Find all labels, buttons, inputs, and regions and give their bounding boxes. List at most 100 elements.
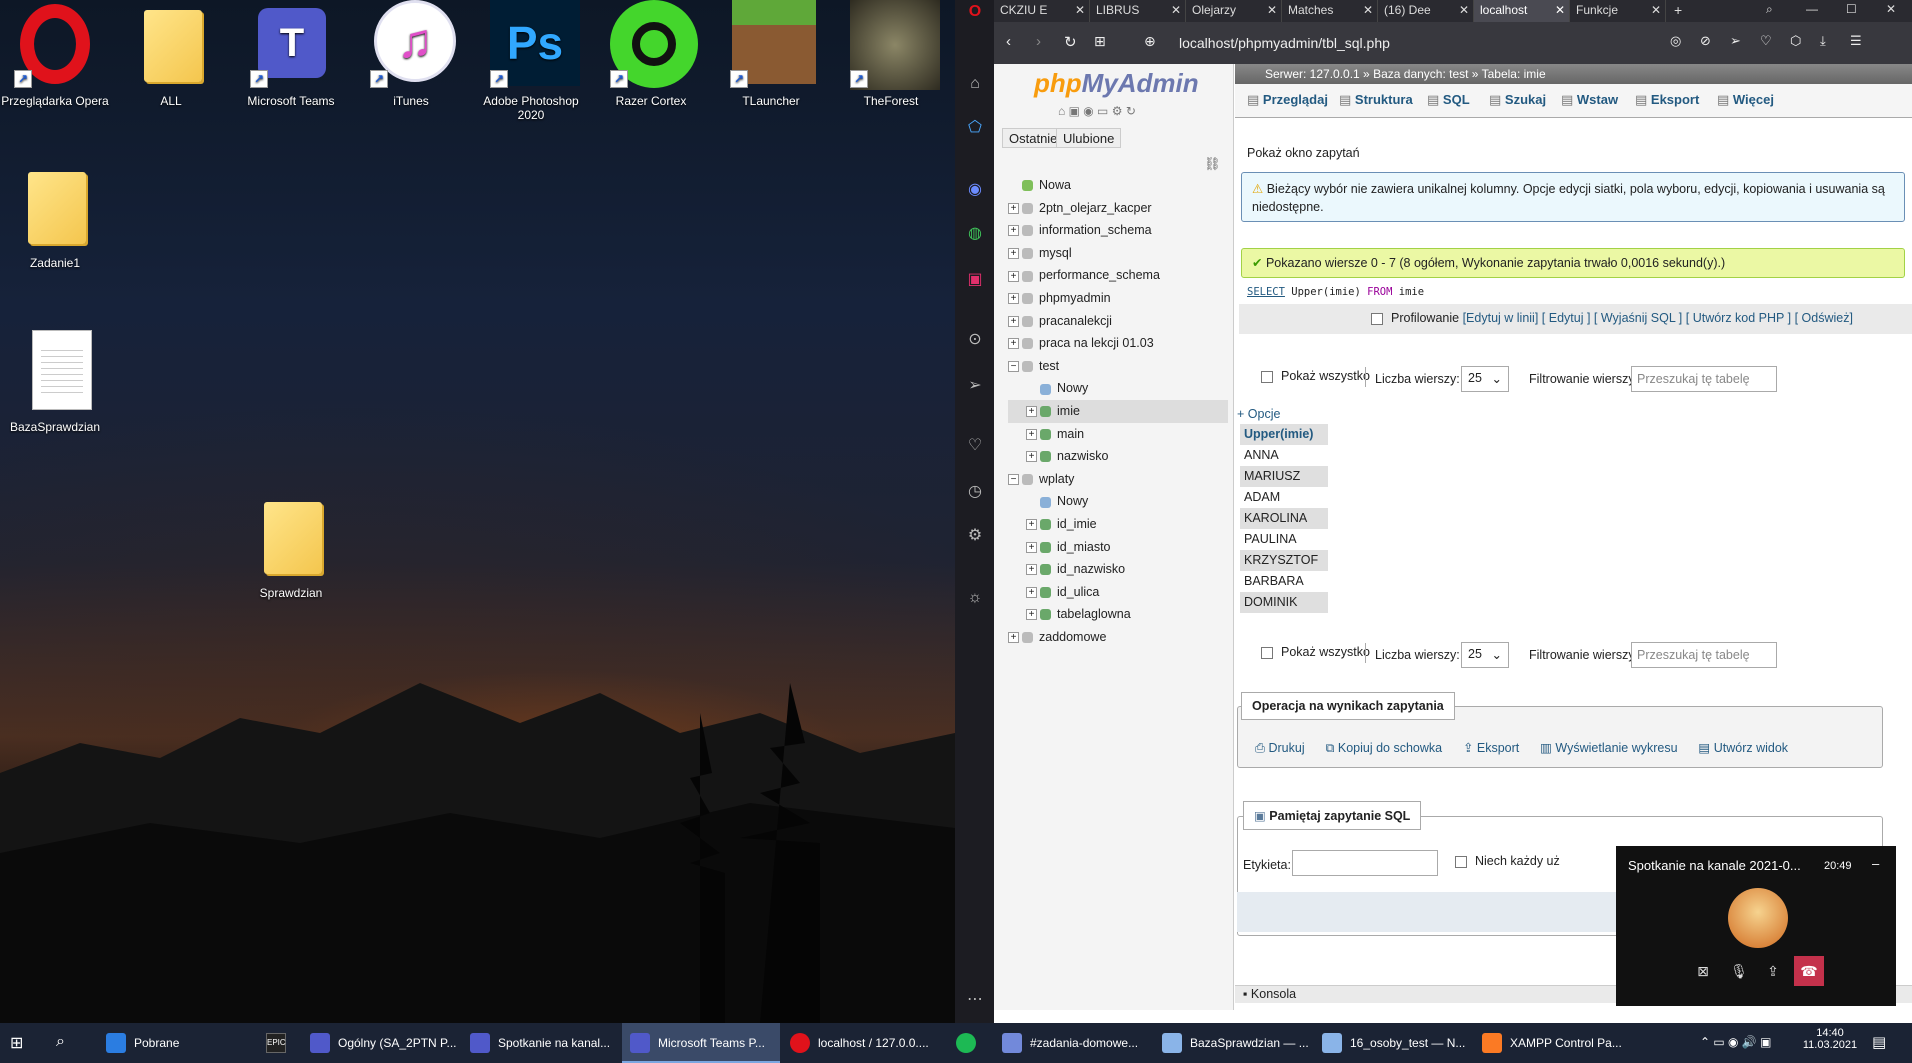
tab-browse[interactable]: Przeglądaj xyxy=(1247,92,1328,108)
minimize-icon[interactable]: – xyxy=(1872,856,1879,871)
minimize-icon[interactable]: — xyxy=(1806,2,1818,16)
close-tab-icon[interactable]: ✕ xyxy=(1651,3,1661,17)
search-tabs-icon[interactable]: ⌕ xyxy=(1766,2,1773,17)
settings-icon[interactable]: ⚙ xyxy=(963,524,987,548)
tree-node-new[interactable]: Nowa xyxy=(1008,174,1228,197)
close-tab-icon[interactable]: ✕ xyxy=(1555,3,1565,17)
instagram-icon[interactable]: ▣ xyxy=(963,268,987,292)
breadcrumb-server[interactable]: Serwer: 127.0.0.1 » xyxy=(1265,67,1370,81)
close-tab-icon[interactable]: ✕ xyxy=(1459,3,1469,17)
more-icon[interactable]: ⋯ xyxy=(963,988,987,1012)
close-window-icon[interactable]: ✕ xyxy=(1886,2,1896,16)
result-column-header[interactable]: Upper(imie) xyxy=(1240,424,1328,445)
desktop-icon-itunes[interactable]: ♫ ↗ iTunes xyxy=(356,0,466,108)
sql-keyword[interactable]: SELECT xyxy=(1247,286,1285,298)
adblock-icon[interactable]: ⊘ xyxy=(1700,33,1711,49)
tree-node-db[interactable]: + pracanalekcji xyxy=(1008,310,1228,333)
breadcrumb-database[interactable]: Baza danych: test » xyxy=(1373,67,1478,81)
tabs-grid-icon[interactable]: ⊞ xyxy=(1094,33,1106,50)
camera-off-icon[interactable]: ⊠ xyxy=(1688,956,1718,986)
breadcrumb-table[interactable]: Tabela: imie xyxy=(1482,67,1546,81)
explain-sql-link[interactable]: [ Wyjaśnij SQL ] xyxy=(1594,311,1682,325)
tree-node-db[interactable]: + mysql xyxy=(1008,242,1228,265)
display-chart-link[interactable]: ▥ Wyświetlanie wykresu xyxy=(1540,741,1677,755)
show-all-checkbox[interactable] xyxy=(1261,646,1273,659)
close-tab-icon[interactable]: ✕ xyxy=(1267,3,1277,17)
edit-link[interactable]: [ Edytuj ] xyxy=(1542,311,1591,325)
rows-per-page-select[interactable]: 25 ⌄ xyxy=(1461,642,1509,668)
task-opera-localhost[interactable]: localhost / 127.0.0.... xyxy=(782,1023,940,1063)
desktop-icon-bazasprawdzian[interactable]: BazaSprawdzian xyxy=(0,326,110,434)
close-tab-icon[interactable]: ✕ xyxy=(1075,3,1085,17)
phpmyadmin-logo[interactable]: phpMyAdmin xyxy=(1034,68,1199,99)
browser-tab[interactable]: CKZIU E ✕ xyxy=(994,0,1090,22)
tree-node-db[interactable]: +2ptn_olejarz_kacper xyxy=(1008,197,1228,220)
tree-node-db[interactable]: + performance_schema xyxy=(1008,264,1228,287)
browser-tab[interactable]: Matches ✕ xyxy=(1282,0,1378,22)
messenger-icon[interactable]: ◉ xyxy=(963,178,987,202)
tab-favorites[interactable]: Ulubione xyxy=(1056,128,1122,148)
back-icon[interactable]: ‹ xyxy=(1006,33,1011,50)
tree-node-db-test[interactable]: − test xyxy=(1008,355,1228,378)
hang-up-icon[interactable]: ☎ xyxy=(1794,956,1824,986)
desktop-icon-zadanie1[interactable]: Zadanie1 xyxy=(0,162,110,270)
task-teams-meeting[interactable]: Spotkanie na kanal... xyxy=(462,1023,620,1063)
edit-inline-link[interactable]: [Edytuj w linii] xyxy=(1463,311,1539,325)
url-field[interactable]: localhost/phpmyadmin/tbl_sql.php xyxy=(1179,35,1390,51)
heart-icon[interactable]: ♡ xyxy=(963,434,987,458)
task-downloads[interactable]: Pobrane xyxy=(98,1023,258,1063)
desktop-icon-razer[interactable]: ↗ Razer Cortex xyxy=(596,0,706,108)
history-icon[interactable]: ◷ xyxy=(963,480,987,504)
player-icon[interactable]: ⊙ xyxy=(963,328,987,352)
search-icon[interactable]: ⌕ xyxy=(56,1033,65,1051)
every-user-checkbox[interactable] xyxy=(1455,855,1467,868)
notifications-icon[interactable]: ▤ xyxy=(1872,1033,1886,1051)
copy-clipboard-link[interactable]: ⧉ Kopiuj do schowka xyxy=(1325,741,1442,755)
send-icon[interactable]: ➢ xyxy=(963,374,987,398)
tab-structure[interactable]: Struktura xyxy=(1339,92,1413,108)
print-link[interactable]: ⎙ Drukuj xyxy=(1255,741,1305,755)
desktop-icon-all[interactable]: ALL xyxy=(116,0,226,108)
browser-tab[interactable]: LIBRUS ✕ xyxy=(1090,0,1186,22)
rows-per-page-select[interactable]: 25 ⌄ xyxy=(1461,366,1509,392)
tree-node-db[interactable]: + information_schema xyxy=(1008,219,1228,242)
tab-insert[interactable]: Wstaw xyxy=(1561,92,1618,108)
teams-meeting-popup[interactable]: Spotkanie na kanale 2021-0... 20:49 – ⊠ … xyxy=(1616,846,1896,1006)
home-icon[interactable]: ⌂ xyxy=(963,72,987,96)
forward-icon[interactable]: › xyxy=(1036,33,1041,50)
refresh-link[interactable]: [ Odśwież] xyxy=(1795,311,1853,325)
nav-toolbar-icons[interactable]: ⌂ ▣ ◉ ▭ ⚙ ↻ xyxy=(1058,104,1136,118)
new-tab-icon[interactable]: + xyxy=(1674,2,1682,18)
tree-node-db[interactable]: + phpmyadmin xyxy=(1008,287,1228,310)
download-icon[interactable]: ⤓ xyxy=(1820,33,1826,49)
opera-menu-icon[interactable]: O xyxy=(963,0,987,24)
create-php-code-link[interactable]: [ Utwórz kod PHP ] xyxy=(1686,311,1791,325)
clock[interactable]: 14:40 11.03.2021 xyxy=(1800,1027,1860,1051)
tree-node-table[interactable]: + id_nazwisko xyxy=(1008,558,1228,581)
bookmark-heart-icon[interactable]: ♡ xyxy=(1760,33,1772,49)
browser-tab[interactable]: Olejarzy ✕ xyxy=(1186,0,1282,22)
tree-node-table[interactable]: + main xyxy=(1008,423,1228,446)
task-discord[interactable]: #zadania-domowe... xyxy=(994,1023,1152,1063)
filter-rows-input[interactable]: Przeszukaj tę tabelę xyxy=(1631,642,1777,668)
tab-export[interactable]: Eksport xyxy=(1635,92,1699,108)
tree-node-new-table[interactable]: Nowy xyxy=(1008,377,1228,400)
mic-off-icon[interactable]: 🎙 xyxy=(1724,956,1754,986)
filter-rows-input[interactable]: Przeszukaj tę tabelę xyxy=(1631,366,1777,392)
epic-games-icon[interactable]: EPIC xyxy=(266,1033,286,1053)
desktop-icon-opera[interactable]: ↗ Przeglądarka Opera xyxy=(0,0,110,108)
tree-node-table[interactable]: + id_miasto xyxy=(1008,536,1228,559)
system-tray-icons[interactable]: ⌃ ▭ ◉ 🔊 ▣ xyxy=(1700,1035,1771,1049)
tree-node-db[interactable]: + zaddomowe xyxy=(1008,626,1228,649)
desktop-icon-teams[interactable]: T ↗ Microsoft Teams xyxy=(236,0,346,108)
close-tab-icon[interactable]: ✕ xyxy=(1171,3,1181,17)
spotify-icon[interactable] xyxy=(956,1033,976,1053)
share-screen-icon[interactable]: ⇪ xyxy=(1758,956,1788,986)
bookmark-label-input[interactable] xyxy=(1292,850,1438,876)
whatsapp-icon[interactable]: ◍ xyxy=(963,222,987,246)
export-link[interactable]: ⇪ Eksport xyxy=(1463,741,1519,755)
task-teams-main[interactable]: Microsoft Teams P... xyxy=(622,1023,780,1063)
task-teams-general[interactable]: Ogólny (SA_2PTN P... xyxy=(302,1023,460,1063)
desktop-icon-tlauncher[interactable]: ↗ TLauncher xyxy=(716,0,826,108)
desktop-icon-theforest[interactable]: ↗ TheForest xyxy=(836,0,946,108)
